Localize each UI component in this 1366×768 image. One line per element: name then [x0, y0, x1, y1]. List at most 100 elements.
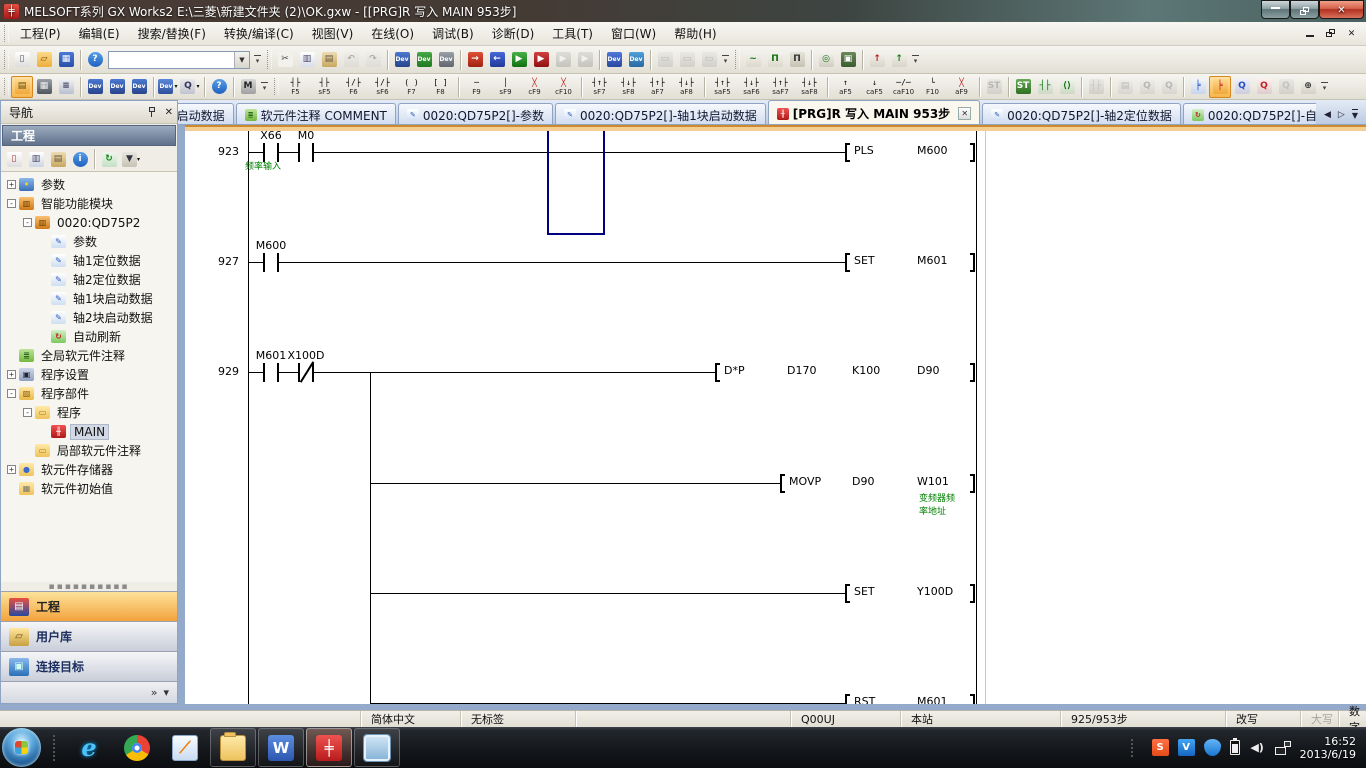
operand[interactable]: D170: [786, 364, 818, 377]
child-minimize-button[interactable]: [1301, 26, 1318, 41]
operand[interactable]: M601: [916, 254, 949, 267]
help2-icon[interactable]: ?: [208, 76, 230, 98]
tab-scroll-left-icon[interactable]: ◀: [1324, 110, 1331, 120]
toolbar-overflow-icon[interactable]: ▾: [259, 76, 270, 98]
simulation-tool-icon[interactable]: ▭: [698, 49, 720, 71]
note-edit-icon[interactable]: Q: [1158, 76, 1180, 98]
pin-icon[interactable]: [147, 106, 159, 118]
nav-button-工程[interactable]: ▤ 工程: [1, 591, 177, 621]
tab-软元件注释 COMMENT[interactable]: ≣ 软元件注释 COMMENT: [235, 103, 396, 124]
nav-splitter[interactable]: ▪▪▪▪▪▪▪▪▪▪: [1, 582, 177, 592]
module-configuration-icon[interactable]: ▦: [33, 76, 55, 98]
menu-item[interactable]: 视图(V): [303, 22, 363, 45]
security-shield-icon[interactable]: [1203, 739, 1221, 756]
device-search-icon[interactable]: Dev: [391, 49, 413, 71]
taskbar-clock[interactable]: 16:52 2013/6/19: [1300, 735, 1356, 761]
contact-M0[interactable]: [298, 143, 314, 162]
ie-button[interactable]: e: [66, 728, 112, 767]
new-project-icon[interactable]: ▯: [11, 49, 33, 71]
collapse-icon[interactable]: -: [23, 408, 32, 417]
tab-0020:QD75P2[]-轴2定位数据[interactable]: ✎ 0020:QD75P2[]-轴2定位数据: [982, 103, 1181, 124]
sogou-icon[interactable]: S: [1151, 739, 1169, 756]
monitor-test-icon[interactable]: ▶: [574, 49, 596, 71]
monitor-start-icon[interactable]: ▶: [508, 49, 530, 71]
watch-start-icon[interactable]: ◎: [815, 49, 837, 71]
menu-item[interactable]: 调试(B): [423, 22, 483, 45]
tree-item-全局软元件注释[interactable]: -≣全局软元件注释: [1, 346, 177, 365]
tree-item-智能功能模块[interactable]: - ▥ 智能功能模块: [1, 194, 177, 213]
ladder-key-aF9[interactable]: ╳ aF9: [947, 75, 976, 98]
nav-refresh-icon[interactable]: ↻: [98, 148, 120, 170]
device-table-icon[interactable]: Dev: [106, 76, 128, 98]
child-close-button[interactable]: ✕: [1343, 26, 1360, 41]
help-icon[interactable]: ?: [84, 49, 106, 71]
ladder-key-sF5[interactable]: ┤├ sF5: [310, 75, 339, 98]
limit-check-down-icon[interactable]: ↑: [888, 49, 910, 71]
explorer-button[interactable]: [210, 728, 256, 767]
copy-icon[interactable]: ▥: [296, 49, 318, 71]
tree-item-参数[interactable]: + • 参数: [1, 175, 177, 194]
start-button[interactable]: [2, 728, 41, 767]
tree-item-程序[interactable]: - ▭ 程序: [1, 403, 177, 422]
comment-edit-icon[interactable]: ▤: [1114, 76, 1136, 98]
nav-filter-icon[interactable]: ▼ ▾: [120, 148, 142, 170]
toolbar-overflow-icon[interactable]: ▾: [720, 49, 731, 71]
device-ccl-icon[interactable]: Dev: [128, 76, 150, 98]
open-project-icon[interactable]: ▱: [33, 49, 55, 71]
minimize-button[interactable]: [1261, 0, 1290, 19]
menu-item[interactable]: 工具(T): [543, 22, 602, 45]
monitor-zoom-icon[interactable]: Q: [1275, 76, 1297, 98]
tab-scroll-right-icon[interactable]: ▷: [1338, 110, 1345, 120]
close-button[interactable]: ✕: [1319, 0, 1364, 19]
device-batch-read-icon[interactable]: Dev: [603, 49, 625, 71]
ladder-key-saF8[interactable]: ┤↓├ saF8: [795, 75, 824, 98]
expand-icon[interactable]: +: [7, 465, 16, 474]
wps-button[interactable]: W: [258, 728, 304, 767]
contact-X100D[interactable]: [298, 361, 315, 383]
instruction[interactable]: RST: [853, 695, 877, 704]
edit-coil-icon[interactable]: ⟨⟩: [1056, 76, 1078, 98]
operand[interactable]: K100: [851, 364, 882, 377]
edit-block-icon[interactable]: ┤├: [1085, 76, 1107, 98]
volume-icon[interactable]: ◀): [1249, 739, 1266, 756]
tree-item-轴2定位数据[interactable]: -✎轴2定位数据: [1, 270, 177, 289]
binoculars-icon[interactable]: M: [237, 76, 259, 98]
instruction[interactable]: PLS: [853, 144, 875, 157]
instruction[interactable]: MOVP: [788, 475, 823, 488]
contact-M600[interactable]: [263, 253, 279, 272]
ladder-key-sF6[interactable]: ┤/├ sF6: [368, 75, 397, 98]
battery-icon[interactable]: [1229, 738, 1240, 755]
menu-item[interactable]: 搜索/替换(F): [129, 22, 215, 45]
simulation-stop-icon[interactable]: ▭: [676, 49, 698, 71]
device-batch-write-icon[interactable]: Dev: [625, 49, 647, 71]
nav-button-用户库[interactable]: ▱ 用户库: [1, 621, 177, 651]
ladder-key-saF7[interactable]: ┤↑├ saF7: [766, 75, 795, 98]
simulation-start-icon[interactable]: ▭: [654, 49, 676, 71]
trace-setting-icon[interactable]: П: [786, 49, 808, 71]
contact-M601[interactable]: [263, 363, 279, 382]
toolbar-drag-handle[interactable]: [4, 77, 9, 96]
zoom-icon[interactable]: ⊕: [1297, 76, 1319, 98]
tree-item-局部软元件注释[interactable]: -▭局部软元件注释: [1, 441, 177, 460]
read-mode-zoom-icon[interactable]: Q: [1231, 76, 1253, 98]
ladder-key-F8[interactable]: [ ] F8: [426, 75, 455, 98]
paste-icon[interactable]: ▤: [318, 49, 340, 71]
monitor-stop-icon[interactable]: ▶: [530, 49, 552, 71]
monitor-pause-icon[interactable]: ▶: [552, 49, 574, 71]
gx-works2-button[interactable]: ╪: [306, 728, 352, 767]
tab-0020:QD75P2[]-自动刷新[interactable]: ↻0020:QD75P2[]-自动刷新: [1182, 103, 1316, 124]
device-display-icon[interactable]: Dev ▾: [157, 76, 179, 98]
ladder-key-aF7[interactable]: ┤↑├ aF7: [643, 75, 672, 98]
device-comment-icon[interactable]: Dev: [84, 76, 106, 98]
save-project-icon[interactable]: ▦: [55, 49, 77, 71]
ladder-key-saF6[interactable]: ┤↓├ saF6: [737, 75, 766, 98]
menu-item[interactable]: 在线(O): [362, 22, 423, 45]
write-to-plc-icon[interactable]: →: [464, 49, 486, 71]
instruction[interactable]: D*P: [723, 364, 746, 377]
collapse-icon[interactable]: -: [7, 199, 16, 208]
ladder-editor[interactable]: 923 PLS M600 X66 频率输入 M0 927 SET M601 M600 929 D*P D…: [185, 125, 1366, 704]
toolbar-overflow-icon[interactable]: ▾: [252, 49, 263, 71]
undo-icon[interactable]: ↶: [340, 49, 362, 71]
operand[interactable]: D90: [851, 475, 876, 488]
string-search-icon[interactable]: Dev: [435, 49, 457, 71]
